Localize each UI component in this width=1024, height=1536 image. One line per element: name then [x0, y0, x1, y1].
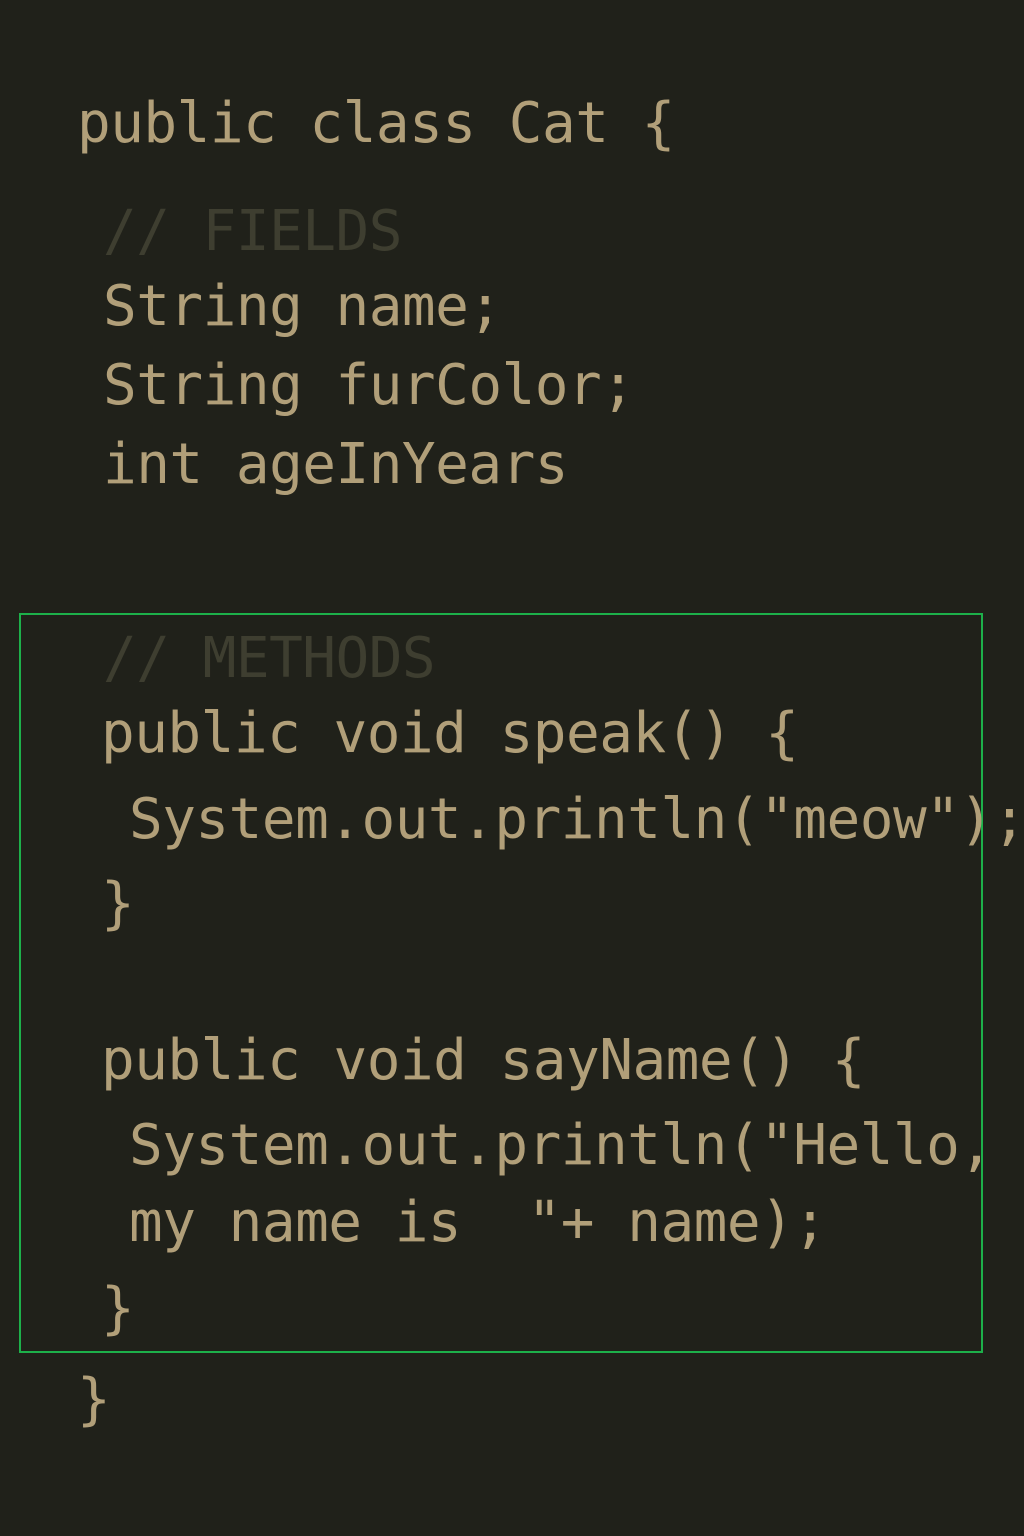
field-name: String name;: [103, 274, 502, 339]
methods-comment: // METHODS: [103, 626, 436, 691]
code-view: public class Cat { // FIELDS String name…: [0, 0, 1024, 1536]
class-close-brace: }: [77, 1367, 111, 1432]
class-declaration: public class Cat {: [77, 91, 675, 156]
field-age-in-years: int ageInYears: [103, 432, 569, 497]
sayname-method-declaration: public void sayName() {: [101, 1028, 865, 1093]
fields-comment: // FIELDS: [103, 199, 402, 264]
speak-method-body: System.out.println("meow");: [129, 787, 1024, 852]
field-fur-color: String furColor;: [103, 353, 635, 418]
sayname-method-close-brace: }: [101, 1276, 135, 1341]
sayname-method-body-line-1: System.out.println("Hello,: [129, 1113, 993, 1178]
sayname-method-body-line-2: my name is "+ name);: [129, 1190, 827, 1255]
speak-method-close-brace: }: [101, 871, 135, 936]
speak-method-declaration: public void speak() {: [101, 701, 799, 766]
